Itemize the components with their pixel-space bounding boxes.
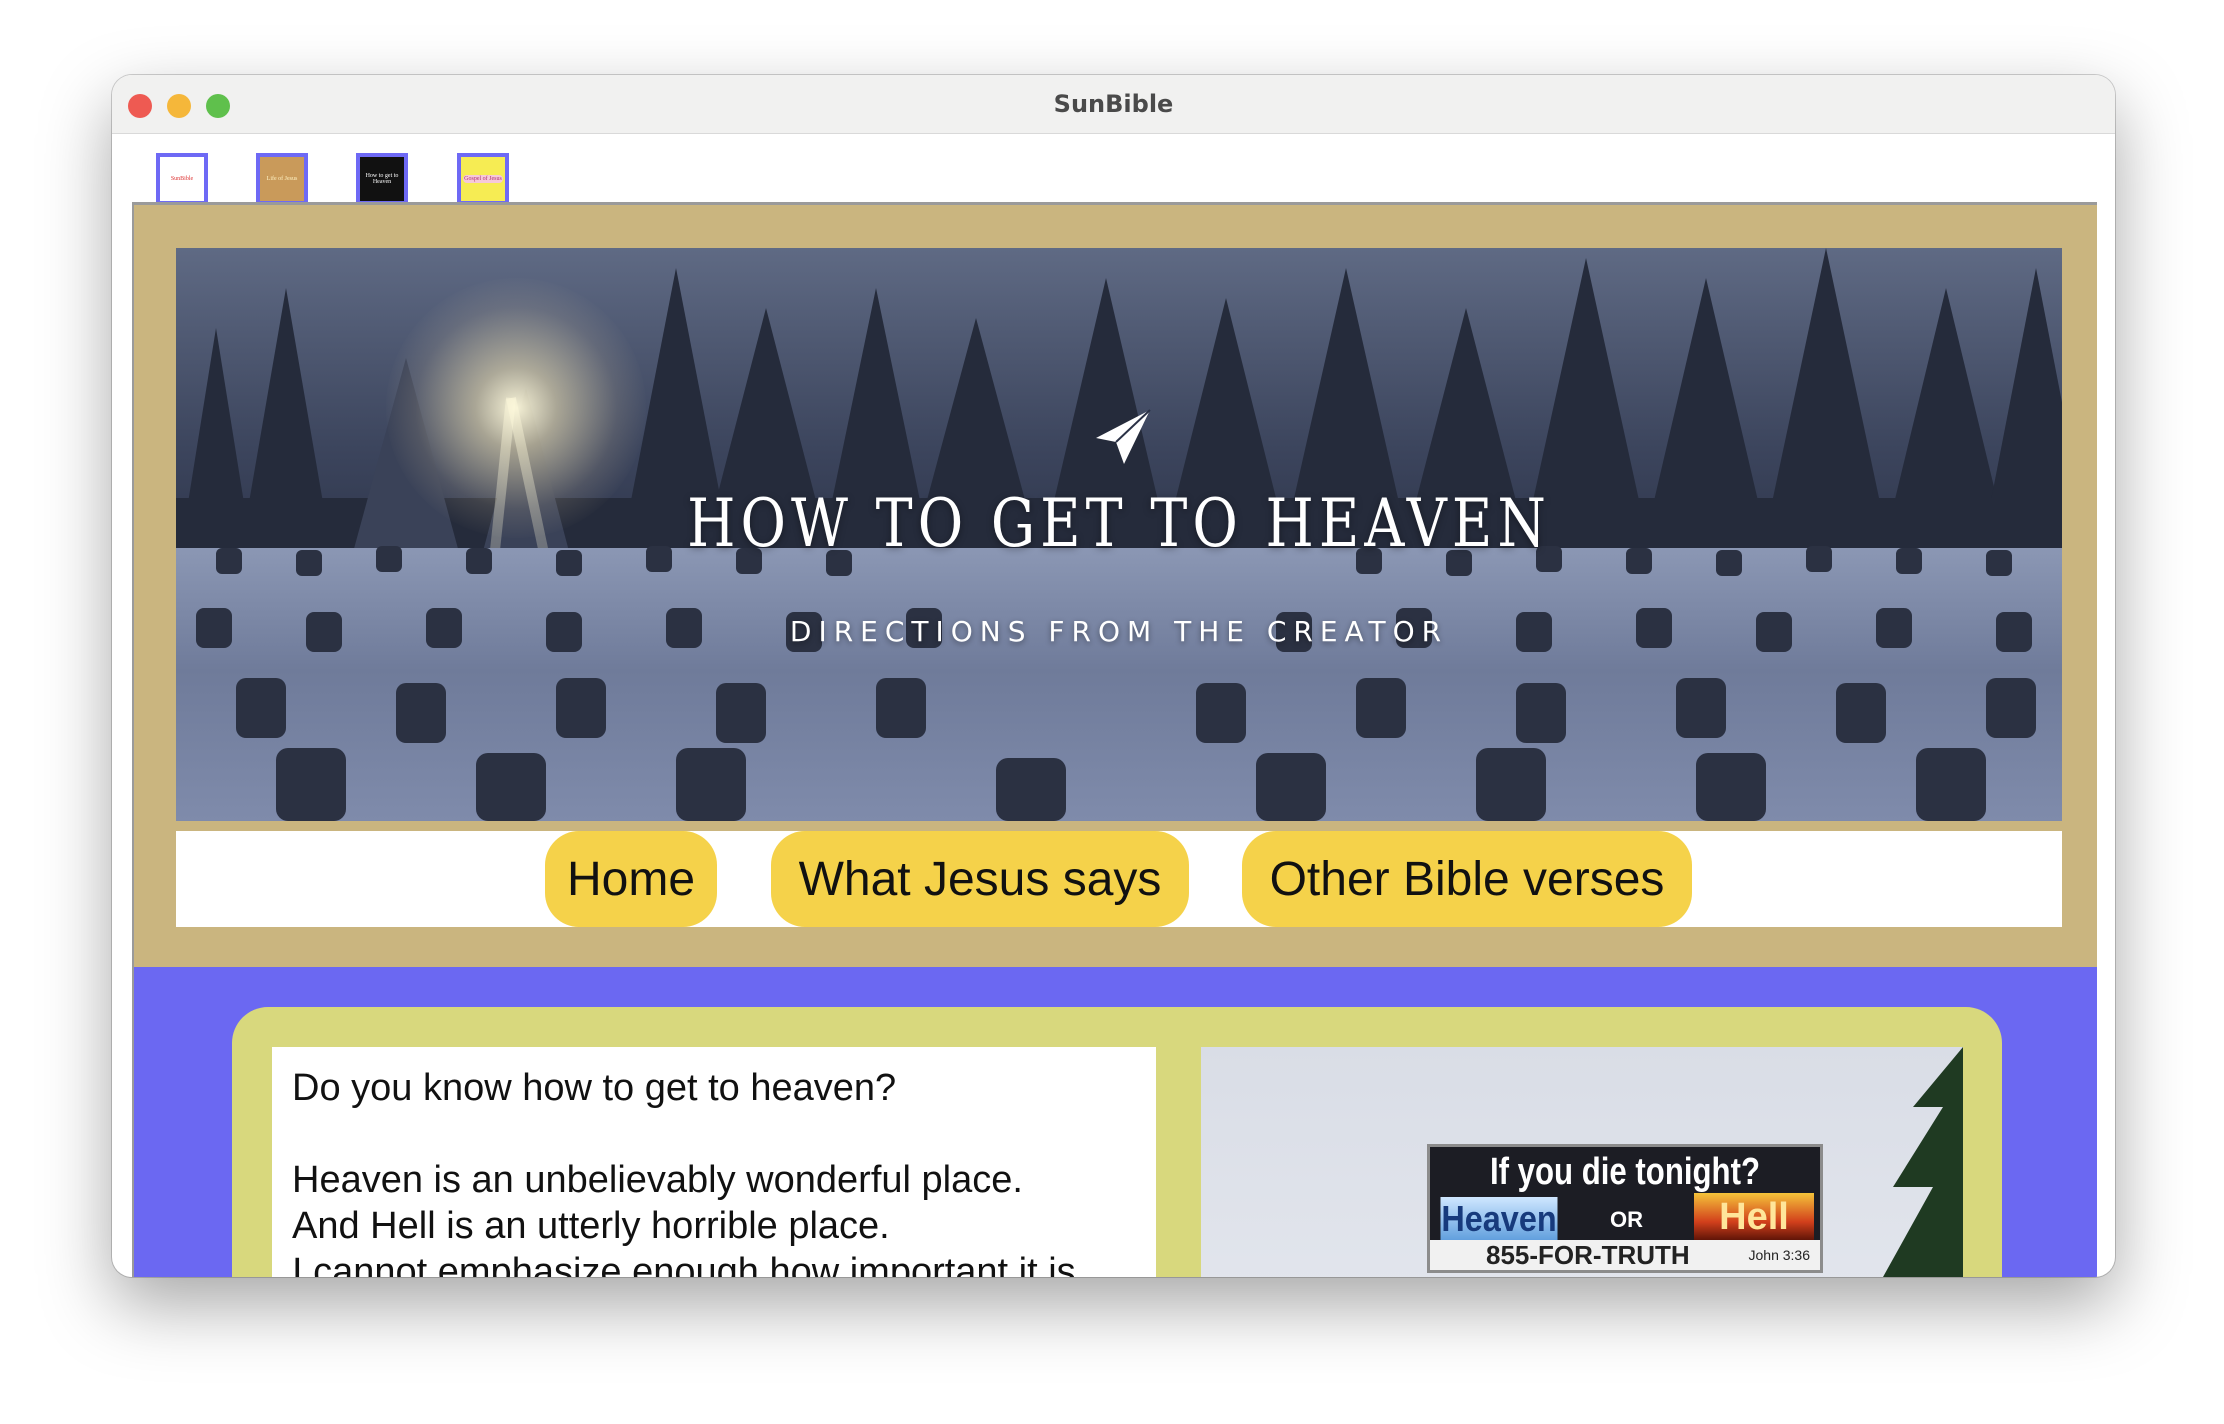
billboard-hell: Hell xyxy=(1694,1193,1814,1241)
content-card: Do you know how to get to heaven? Heaven… xyxy=(232,1007,2002,1277)
hero-subtitle: DIRECTIONS FROM THE CREATOR xyxy=(789,615,1449,648)
intro-line: Heaven is an unbelievably wonderful plac… xyxy=(292,1159,1023,1201)
tab-thumbnail-how-to-get-to-heaven[interactable]: How to get to Heaven xyxy=(356,153,408,205)
tab-thumbnail-label: How to get to Heaven xyxy=(365,173,399,185)
tab-thumbnail-life-of-jesus[interactable]: Life of Jesus xyxy=(256,153,308,205)
hero-banner: HOW TO GET TO HEAVEN DIRECTIONS FROM THE… xyxy=(176,248,2062,821)
nav-what-jesus-says-button[interactable]: What Jesus says xyxy=(771,831,1189,927)
intro-text-box: Do you know how to get to heaven? Heaven… xyxy=(272,1047,1156,1277)
gravestones-image xyxy=(196,546,2036,821)
billboard-headline: If you die tonight? xyxy=(1489,1151,1761,1193)
tab-thumbnail-label: SunBible xyxy=(170,176,194,182)
nav-home-button[interactable]: Home xyxy=(545,831,717,927)
billboard-photo: If you die tonight? Heaven OR Hell 855-F… xyxy=(1201,1047,1963,1277)
billboard-phone: 855-FOR-TRUTH xyxy=(1486,1240,1690,1270)
billboard-or: OR xyxy=(1610,1207,1643,1232)
tab-thumbnail-label: Life of Jesus xyxy=(266,176,298,182)
web-page: HOW TO GET TO HEAVEN DIRECTIONS FROM THE… xyxy=(132,202,2097,1277)
tab-thumbnail-label: Gospel of Jesus xyxy=(463,175,503,183)
tab-thumbnail-gospel[interactable]: Gospel of Jesus xyxy=(457,153,509,205)
intro-line: I cannot emphasize enough how important … xyxy=(292,1251,1076,1277)
tab-thumbnail-sunbible[interactable]: SunBible xyxy=(156,153,208,205)
billboard-heaven: Heaven xyxy=(1440,1197,1558,1241)
intro-question: Do you know how to get to heaven? xyxy=(292,1067,897,1109)
billboard: If you die tonight? Heaven OR Hell 855-F… xyxy=(1427,1144,1823,1273)
title-bar: SunBible xyxy=(112,75,2115,134)
nav-other-bible-verses-button[interactable]: Other Bible verses xyxy=(1242,831,1692,927)
tab-strip xyxy=(112,134,2115,201)
billboard-footer: 855-FOR-TRUTH John 3:36 xyxy=(1430,1240,1820,1270)
content-section: Do you know how to get to heaven? Heaven… xyxy=(134,967,2097,1277)
paper-plane-icon xyxy=(1096,409,1151,464)
hero-title: HOW TO GET TO HEAVEN xyxy=(687,485,1551,562)
nav-bar: Home What Jesus says Other Bible verses xyxy=(176,831,2062,927)
window-title: SunBible xyxy=(1053,90,1174,118)
browser-window: SunBible SunBible Life of Jesus How to g… xyxy=(112,75,2115,1277)
pine-tree-image xyxy=(1883,1047,1963,1277)
intro-line: And Hell is an utterly horrible place. xyxy=(292,1205,890,1247)
billboard-reference: John 3:36 xyxy=(1748,1247,1811,1263)
